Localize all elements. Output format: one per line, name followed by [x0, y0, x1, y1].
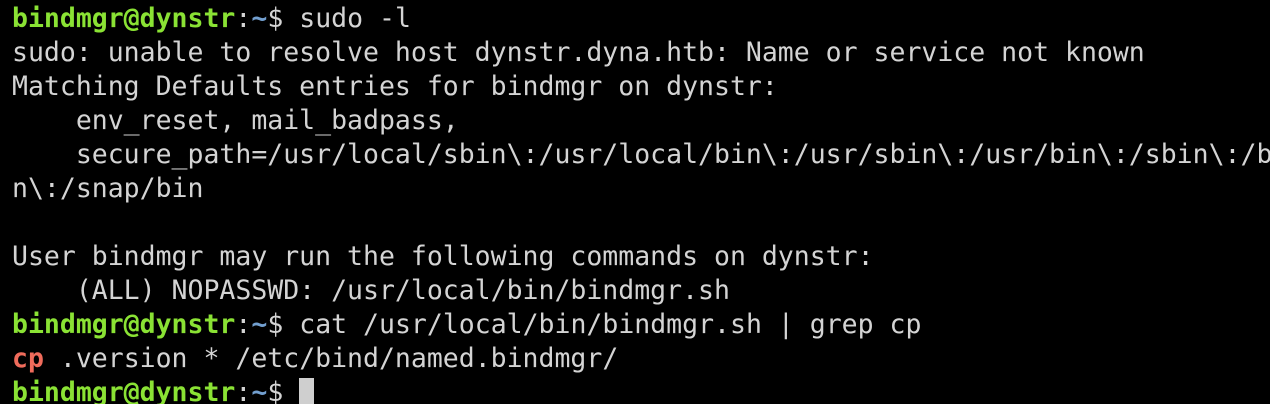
prompt-symbol: $ — [267, 377, 284, 404]
output-line: User bindmgr may run the following comma… — [12, 241, 874, 272]
output-line: secure_path=/usr/local/sbin\:/usr/local/… — [12, 139, 1270, 170]
grep-rest: .version * /etc/bind/named.bindmgr/ — [43, 343, 619, 374]
output-line: n\:/snap/bin — [12, 173, 204, 204]
grep-match: cp — [12, 343, 44, 374]
prompt-symbol: $ — [267, 309, 284, 340]
prompt-colon: : — [235, 377, 252, 404]
prompt-symbol: $ — [267, 3, 284, 34]
prompt-path: ~ — [251, 3, 268, 34]
output-line: (ALL) NOPASSWD: /usr/local/bin/bindmgr.s… — [12, 275, 730, 306]
grep-output-line: cp .version * /etc/bind/named.bindmgr/ — [12, 342, 618, 376]
output-line: sudo: unable to resolve host dynstr.dyna… — [12, 37, 1145, 68]
active-prompt-line[interactable]: bindmgr@dynstr:~$ — [12, 376, 315, 404]
prompt-user-host: bindmgr@dynstr — [12, 377, 236, 404]
output-line: Matching Defaults entries for bindmgr on… — [12, 71, 778, 102]
prompt-line: bindmgr@dynstr:~$ cat /usr/local/bin/bin… — [12, 308, 921, 342]
prompt-path: ~ — [251, 377, 268, 404]
terminal-window[interactable]: bindmgr@dynstr:~$ sudo -l sudo: unable t… — [0, 0, 1270, 404]
prompt-colon: : — [235, 3, 252, 34]
command-text: cat /usr/local/bin/bindmgr.sh | grep cp — [283, 309, 922, 340]
prompt-path: ~ — [251, 309, 268, 340]
prompt-user-host: bindmgr@dynstr — [12, 3, 236, 34]
prompt-colon: : — [235, 309, 252, 340]
text-cursor — [299, 378, 315, 404]
prompt-line: bindmgr@dynstr:~$ sudo -l — [12, 2, 411, 36]
output-line: env_reset, mail_badpass, — [12, 105, 459, 136]
command-input[interactable] — [283, 377, 299, 404]
command-text: sudo -l — [283, 3, 411, 34]
prompt-user-host: bindmgr@dynstr — [12, 309, 236, 340]
